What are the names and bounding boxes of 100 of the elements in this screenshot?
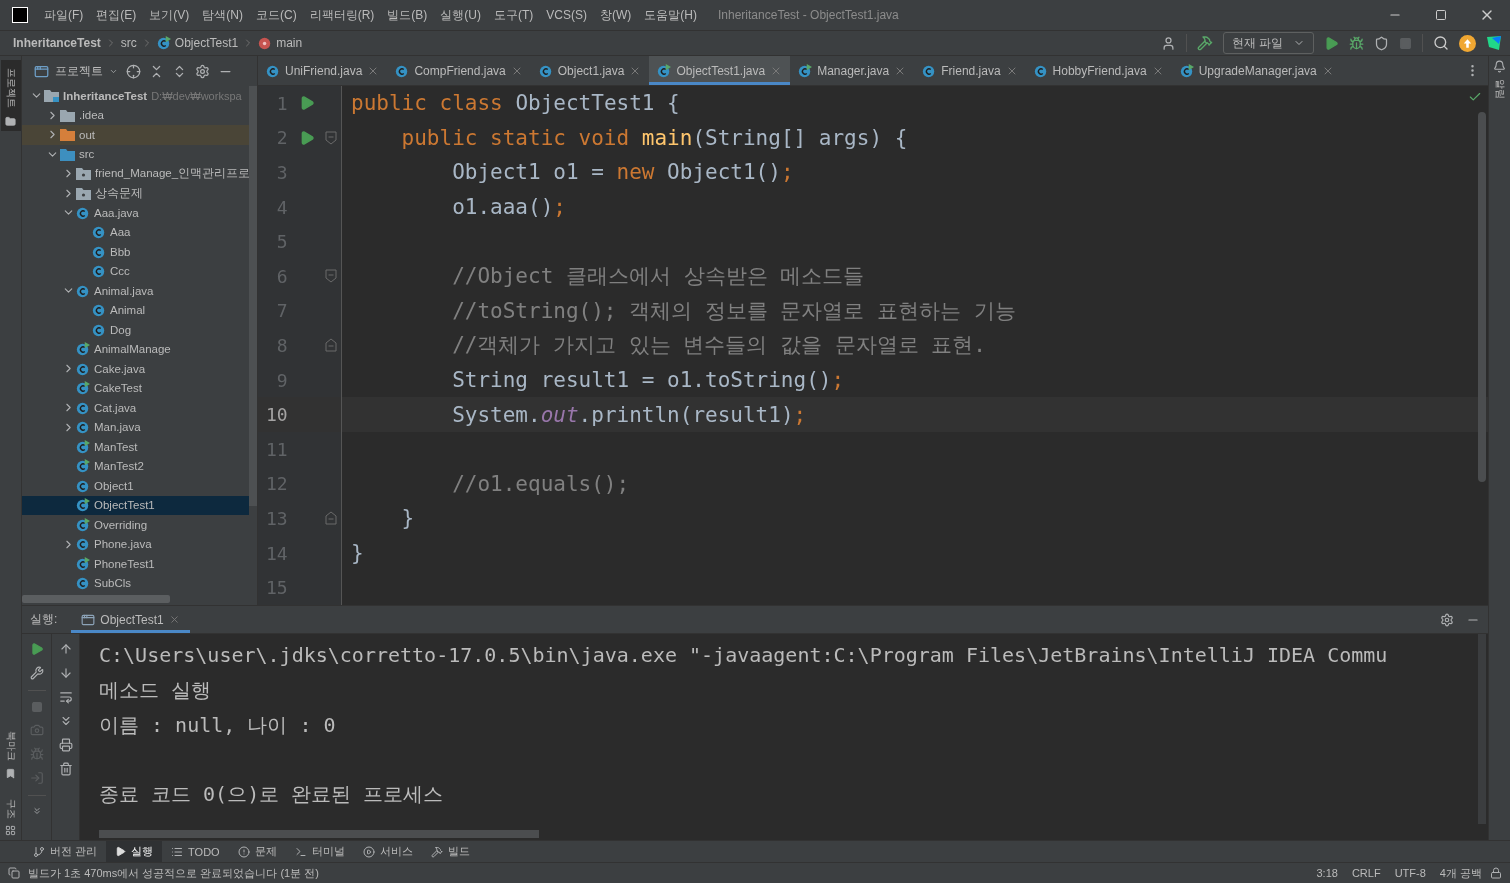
menu-item[interactable]: 창(W) [600,6,632,24]
tree-item[interactable]: Bbb [22,242,249,262]
tree-item[interactable]: ManTest [22,437,249,457]
wrench-icon[interactable] [29,666,44,680]
settings-icon[interactable] [195,63,210,79]
settings-icon[interactable] [1440,612,1454,627]
tree-item[interactable]: ManTest2 [22,456,249,476]
wrap-icon[interactable] [58,690,73,704]
editor-tab[interactable]: HobbyFriend.java [1025,56,1172,85]
editor-tab[interactable]: ObjectTest1.java [649,56,791,85]
tree-item[interactable]: Dog [22,320,249,340]
tree-item[interactable]: PhoneTest1 [22,554,249,574]
editor-tab[interactable]: Object1.java [530,56,650,85]
editor-tab[interactable]: Manager.java [790,56,915,85]
status-item[interactable]: 3:18 [1316,867,1338,879]
status-item[interactable]: CRLF [1351,867,1381,879]
menu-item[interactable]: 도움말(H) [644,6,697,24]
scrollbar[interactable] [249,86,257,506]
menu-item[interactable]: 빌드(B) [387,6,428,24]
tree-item[interactable]: Animal.java [22,281,249,301]
trash-icon[interactable] [58,762,73,776]
tree-item[interactable]: ObjectTest1 [22,495,249,515]
tree-item[interactable]: AnimalManage [22,339,249,359]
fold-icon[interactable] [325,338,338,353]
rerun-icon[interactable] [29,642,44,656]
run-icon[interactable] [1324,35,1339,51]
tree-item[interactable]: Phone.java [22,534,249,554]
tree-item[interactable]: Man.java [22,417,249,437]
run-icon[interactable] [299,129,316,146]
tree-item[interactable]: friend_Manage_인맥관리프로 [22,164,249,184]
run-icon[interactable] [299,95,316,112]
arrow-up-icon[interactable] [58,642,73,656]
coverage-icon[interactable] [1374,35,1389,51]
tool-window-button[interactable]: TODO [162,841,229,862]
menu-item[interactable]: 보기(V) [149,6,190,24]
scrollbar[interactable] [99,830,539,838]
menu-item[interactable]: 도구(T) [494,6,534,24]
tool-window-button[interactable]: 터미널 [285,841,354,862]
breadcrumb[interactable]: InheritanceTest [13,36,101,50]
panel-title[interactable]: 프로젝트 [34,62,118,80]
hammer-icon[interactable] [1196,35,1213,51]
menu-item[interactable]: 파일(F) [44,6,84,24]
tool-window-button[interactable]: 실행 [106,841,163,862]
tool-window-tab[interactable]: 구조 [0,793,21,840]
breadcrumb[interactable]: ObjectTest1 [156,36,239,50]
scrollbar[interactable] [22,595,170,603]
debug-icon[interactable] [1349,35,1364,51]
tool-window-button[interactable]: 버전 관리 [24,841,107,862]
status-item[interactable]: 4개 공백 [1439,865,1482,881]
editor-tab[interactable]: Friend.java [914,56,1026,85]
tool-window-tab[interactable]: 알림 [1489,73,1510,105]
tree-item[interactable]: SubCls [22,573,249,593]
arrow-down-icon[interactable] [58,666,73,680]
tree-item[interactable]: InheritanceTest D:₩dev₩workspa [22,86,249,106]
tree-item[interactable]: Object1 [22,476,249,496]
tree-item[interactable]: 상속문제 [22,183,249,203]
menu-item[interactable]: 탐색(N) [202,6,243,24]
menu-item[interactable]: 편집(E) [96,6,137,24]
scrollbar[interactable] [1478,112,1486,482]
tree-item[interactable]: Aaa [22,222,249,242]
tree-item[interactable]: Cake.java [22,359,249,379]
tree-item[interactable]: Aaa.java [22,203,249,223]
tool-window-button[interactable]: 문제 [228,841,286,862]
camera-icon[interactable] [29,723,44,737]
tool-window-tab[interactable]: 프로젝트 [0,60,21,131]
more-icon[interactable] [31,806,42,816]
stop-icon[interactable] [1399,36,1412,50]
menu-item[interactable]: 리팩터링(R) [309,6,375,24]
tree-item[interactable]: .idea [22,105,249,125]
update-icon[interactable] [1459,34,1476,52]
tree-item[interactable]: Animal [22,300,249,320]
tool-window-tab[interactable]: 북마크 [0,724,21,783]
print-icon[interactable] [58,738,73,752]
close-icon[interactable] [168,614,180,625]
stop-icon[interactable] [30,701,43,713]
editor-tab[interactable]: CompFriend.java [387,56,531,85]
user-icon[interactable] [1160,35,1176,51]
menu-item[interactable]: VCS(S) [546,8,587,22]
breadcrumb[interactable]: src [120,36,137,50]
editor-tab[interactable]: UniFriend.java [258,56,388,85]
tree-item[interactable]: out [22,125,249,145]
fold-icon[interactable] [325,130,338,145]
search-icon[interactable] [1433,35,1449,51]
tool-window-button[interactable]: 서비스 [353,841,422,862]
tree-item[interactable]: CakeTest [22,378,249,398]
status-item[interactable]: UTF-8 [1394,867,1426,879]
menu-item[interactable]: 코드(C) [256,6,297,24]
tree-item[interactable]: Ccc [22,261,249,281]
tree-item[interactable]: Cat.java [22,398,249,418]
editor-tab[interactable]: UpgradeManager.java [1171,56,1342,85]
lock-icon[interactable] [1490,867,1502,879]
bug-icon[interactable] [29,747,44,761]
toolbox-logo-icon[interactable] [1486,35,1502,51]
menu-item[interactable]: 실행(U) [440,6,481,24]
fold-icon[interactable] [325,511,338,526]
tool-window-button[interactable]: 빌드 [421,841,479,862]
tree-item[interactable]: src [22,144,249,164]
run-config-dropdown[interactable]: 현재 파일 [1222,32,1314,54]
panel-toggle-icon[interactable] [8,867,20,879]
breadcrumb[interactable]: main [258,36,303,50]
